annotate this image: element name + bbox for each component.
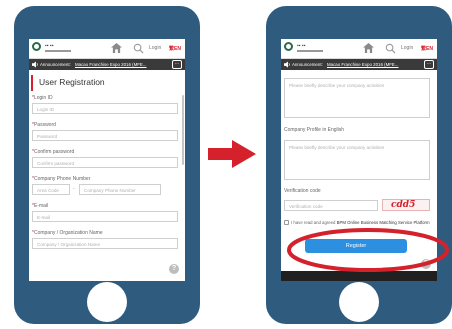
logo-subtitle-bar bbox=[45, 50, 71, 52]
email-input[interactable]: E-mail bbox=[32, 211, 178, 222]
login-id-input[interactable]: Login ID bbox=[32, 103, 178, 114]
announcement-more-button[interactable]: ··· bbox=[424, 60, 434, 69]
announcement-label: Announcement: bbox=[292, 62, 323, 67]
registration-heading: User Registration bbox=[31, 75, 181, 91]
search-icon[interactable] bbox=[133, 43, 144, 54]
email-label: *E-mail bbox=[32, 203, 49, 209]
speaker-icon bbox=[284, 61, 290, 68]
password-label: *Password bbox=[32, 122, 56, 128]
phone-home-button-left bbox=[87, 282, 127, 322]
company-profile-english-label: Company Profile in English bbox=[284, 127, 345, 133]
site-header: ▪▪ ▪▪ Login 繁EN bbox=[281, 39, 437, 59]
company-phone-label: *Company Phone Number bbox=[32, 176, 91, 182]
announcement-bar: Announcement: Macao Franchise Expo 2016 … bbox=[29, 59, 185, 70]
company-name-label: *Company / Organization Name bbox=[32, 230, 103, 236]
announcement-link[interactable]: Macao Franchise Expo 2016 (MFE... bbox=[327, 62, 399, 67]
company-name-input[interactable]: Company / Organization Name bbox=[32, 238, 178, 249]
verification-code-input[interactable]: Verification code bbox=[284, 200, 378, 211]
highlight-ellipse bbox=[287, 228, 449, 272]
phone-frame-right: ▪▪ ▪▪ Login 繁EN Announcement: Macao Fran… bbox=[266, 6, 452, 324]
search-icon[interactable] bbox=[385, 43, 396, 54]
scrollbar[interactable] bbox=[182, 95, 184, 165]
login-id-label: *Login ID bbox=[32, 95, 53, 101]
phone-screen-left: ▪▪ ▪▪ Login 繁EN Announcement: Macao Fran… bbox=[29, 39, 185, 281]
home-icon[interactable] bbox=[111, 43, 122, 53]
home-icon[interactable] bbox=[363, 43, 374, 53]
phone-frame-left: ▪▪ ▪▪ Login 繁EN Announcement: Macao Fran… bbox=[14, 6, 200, 324]
login-link[interactable]: Login bbox=[149, 45, 161, 51]
phone-home-button-right bbox=[339, 282, 379, 322]
speaker-icon bbox=[32, 61, 38, 68]
announcement-label: Announcement: bbox=[40, 62, 71, 67]
company-profile-english-textarea[interactable]: Please briefly describe your company act… bbox=[284, 140, 430, 180]
announcement-more-button[interactable]: ··· bbox=[172, 60, 182, 69]
logo-mark: ▪▪ ▪▪ bbox=[45, 43, 54, 49]
logo-mark: ▪▪ ▪▪ bbox=[297, 43, 306, 49]
language-switch[interactable]: 繁EN bbox=[169, 45, 181, 52]
emblem-logo[interactable] bbox=[32, 42, 41, 51]
tutorial-figure: ▪▪ ▪▪ Login 繁EN Announcement: Macao Fran… bbox=[0, 0, 452, 329]
announcement-bar: Announcement: Macao Franchise Expo 2016 … bbox=[281, 59, 437, 70]
captcha-image[interactable]: cdd5 bbox=[382, 199, 430, 211]
logo-subtitle-bar bbox=[297, 50, 323, 52]
help-button[interactable]: ? bbox=[169, 264, 179, 274]
confirm-password-label: *Confirm password bbox=[32, 149, 75, 155]
verification-code-label: Verification code bbox=[284, 188, 321, 194]
emblem-logo[interactable] bbox=[284, 42, 293, 51]
announcement-link[interactable]: Macao Franchise Expo 2016 (MFE... bbox=[75, 62, 147, 67]
confirm-password-input[interactable]: Confirm password bbox=[32, 157, 178, 168]
login-link[interactable]: Login bbox=[401, 45, 413, 51]
agree-text: I have read and agreed bbox=[291, 220, 336, 225]
phone-separator: - bbox=[73, 186, 75, 192]
company-phone-input[interactable]: Company Phone Number bbox=[79, 184, 161, 195]
area-code-input[interactable]: Area Code bbox=[32, 184, 70, 195]
company-profile-textarea[interactable]: Please briefly describe your company act… bbox=[284, 78, 430, 118]
agree-checkbox[interactable] bbox=[284, 220, 289, 225]
language-switch[interactable]: 繁EN bbox=[421, 45, 433, 52]
agreement-link[interactable]: BPM Online Business Matching Service Pla… bbox=[337, 220, 430, 225]
red-arrow-icon bbox=[208, 140, 256, 168]
password-input[interactable]: Password bbox=[32, 130, 178, 141]
site-header: ▪▪ ▪▪ Login 繁EN bbox=[29, 39, 185, 59]
page-title: User Registration bbox=[39, 77, 105, 87]
